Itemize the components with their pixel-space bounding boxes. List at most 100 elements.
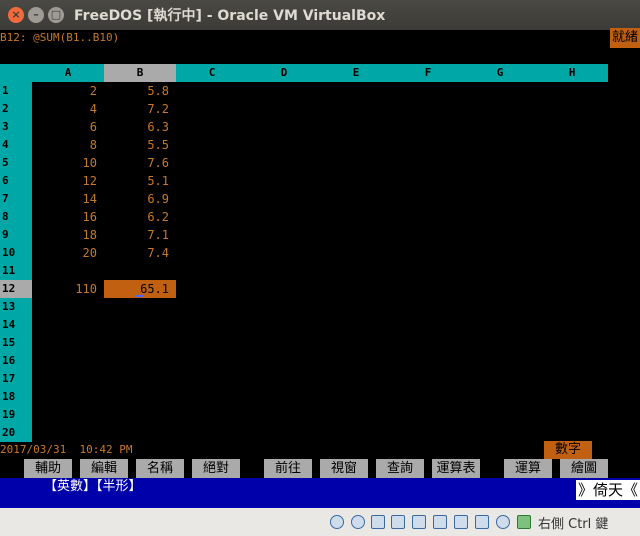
ime-status-bar: 【英數】【半形】 》倚天《 [0, 478, 640, 508]
row-header-19[interactable]: 19 [0, 406, 32, 424]
cell[interactable]: 10 [32, 154, 104, 172]
cell[interactable] [104, 388, 176, 406]
cell[interactable]: 6.3 [104, 118, 176, 136]
close-icon[interactable]: × [8, 7, 24, 23]
row-header-11[interactable]: 11 [0, 262, 32, 280]
cell[interactable]: 7.6 [104, 154, 176, 172]
window-title-bar: × – □ FreeDOS [執行中] - Oracle VM VirtualB… [0, 0, 640, 30]
cell[interactable] [32, 370, 104, 388]
row-header-14[interactable]: 14 [0, 316, 32, 334]
keyboard-capture-icon[interactable] [517, 515, 531, 529]
column-header-f[interactable]: F [392, 64, 464, 82]
row-header-18[interactable]: 18 [0, 388, 32, 406]
column-header-h[interactable]: H [536, 64, 608, 82]
ime-mode-label: 【英數】【半形】 [44, 479, 142, 494]
video-capture-icon[interactable] [475, 515, 489, 529]
function-key-11[interactable]: 運算 [504, 459, 552, 478]
cell[interactable] [32, 298, 104, 316]
function-key-9[interactable]: 運算表 [432, 459, 480, 478]
cell[interactable] [104, 298, 176, 316]
function-key-12[interactable]: 繪圖 [560, 459, 608, 478]
row-header-16[interactable]: 16 [0, 352, 32, 370]
row-header-10[interactable]: 10 [0, 244, 32, 262]
cell[interactable] [32, 388, 104, 406]
row-header-13[interactable]: 13 [0, 298, 32, 316]
selected-cell[interactable]: 65.1 [104, 280, 176, 298]
dos-screen[interactable]: B12: @SUM(B1..B10) 就緒 ABCDEFGH 123456789… [0, 28, 640, 478]
cell[interactable]: 4 [32, 100, 104, 118]
row-header-12[interactable]: 12 [0, 280, 32, 298]
cell[interactable]: 6 [32, 118, 104, 136]
row-header-5[interactable]: 5 [0, 154, 32, 172]
cell[interactable]: 12 [32, 172, 104, 190]
function-key-3[interactable]: 名稱 [136, 459, 184, 478]
cell[interactable] [104, 370, 176, 388]
row-header-3[interactable]: 3 [0, 118, 32, 136]
row-header-15[interactable]: 15 [0, 334, 32, 352]
cell[interactable] [104, 316, 176, 334]
virtualbox-status-bar: 右側 Ctrl 鍵 [0, 508, 640, 536]
cell[interactable]: 110 [32, 280, 104, 298]
shared-folder-icon[interactable] [433, 515, 447, 529]
cell[interactable]: 2 [32, 82, 104, 100]
column-header-g[interactable]: G [464, 64, 536, 82]
row-header-4[interactable]: 4 [0, 136, 32, 154]
cell[interactable] [104, 334, 176, 352]
cell[interactable]: 7.1 [104, 226, 176, 244]
function-key-7[interactable]: 視窗 [320, 459, 368, 478]
row-header-bar: 1 2 3 4 5 6 7 8 9 10 11 12 13 14 15 16 17 18 19 20 [0, 82, 32, 442]
cell[interactable]: 14 [32, 190, 104, 208]
cell[interactable]: 7.2 [104, 100, 176, 118]
mouse-integration-icon[interactable] [496, 515, 510, 529]
ime-name-label: 》倚天《 [575, 480, 640, 500]
cell[interactable] [32, 352, 104, 370]
cell[interactable]: 18 [32, 226, 104, 244]
cell[interactable]: 8 [32, 136, 104, 154]
cell-reference-line: B12: @SUM(B1..B10) [0, 31, 120, 44]
cell[interactable]: 5.5 [104, 136, 176, 154]
row-header-20[interactable]: 20 [0, 424, 32, 442]
audio-icon[interactable] [351, 515, 365, 529]
cell[interactable] [104, 352, 176, 370]
cell[interactable]: 7.4 [104, 244, 176, 262]
function-key-6[interactable]: 前往 [264, 459, 312, 478]
column-header-a[interactable]: A [32, 64, 104, 82]
function-key-8[interactable]: 查詢 [376, 459, 424, 478]
cell[interactable] [32, 262, 104, 280]
floppy-icon[interactable] [371, 515, 385, 529]
row-header-9[interactable]: 9 [0, 226, 32, 244]
row-header-2[interactable]: 2 [0, 100, 32, 118]
column-header-b[interactable]: B [104, 64, 176, 82]
row-header-7[interactable]: 7 [0, 190, 32, 208]
cell[interactable] [32, 424, 104, 442]
cell[interactable] [104, 406, 176, 424]
column-header-d[interactable]: D [248, 64, 320, 82]
cell[interactable]: 20 [32, 244, 104, 262]
maximize-icon[interactable]: □ [48, 7, 64, 23]
function-key-1[interactable]: 輔助 [24, 459, 72, 478]
column-header-e[interactable]: E [320, 64, 392, 82]
row-header-17[interactable]: 17 [0, 370, 32, 388]
function-key-4[interactable]: 絕對 [192, 459, 240, 478]
display-icon[interactable] [454, 515, 468, 529]
cell[interactable]: 5.1 [104, 172, 176, 190]
row-header-6[interactable]: 6 [0, 172, 32, 190]
row-header-1[interactable]: 1 [0, 82, 32, 100]
cell[interactable] [32, 334, 104, 352]
usb-icon[interactable] [412, 515, 426, 529]
cell[interactable]: 5.8 [104, 82, 176, 100]
cell[interactable]: 6.2 [104, 208, 176, 226]
row-header-8[interactable]: 8 [0, 208, 32, 226]
cell[interactable] [104, 424, 176, 442]
optical-drive-icon[interactable] [330, 515, 344, 529]
network-icon[interactable] [391, 515, 405, 529]
cell[interactable]: 6.9 [104, 190, 176, 208]
minimize-icon[interactable]: – [28, 7, 44, 23]
column-header-c[interactable]: C [176, 64, 248, 82]
mode-indicator: 就緒 [609, 28, 640, 48]
cell[interactable] [104, 262, 176, 280]
cell[interactable] [32, 406, 104, 424]
cell[interactable] [32, 316, 104, 334]
function-key-2[interactable]: 編輯 [80, 459, 128, 478]
cell[interactable]: 16 [32, 208, 104, 226]
